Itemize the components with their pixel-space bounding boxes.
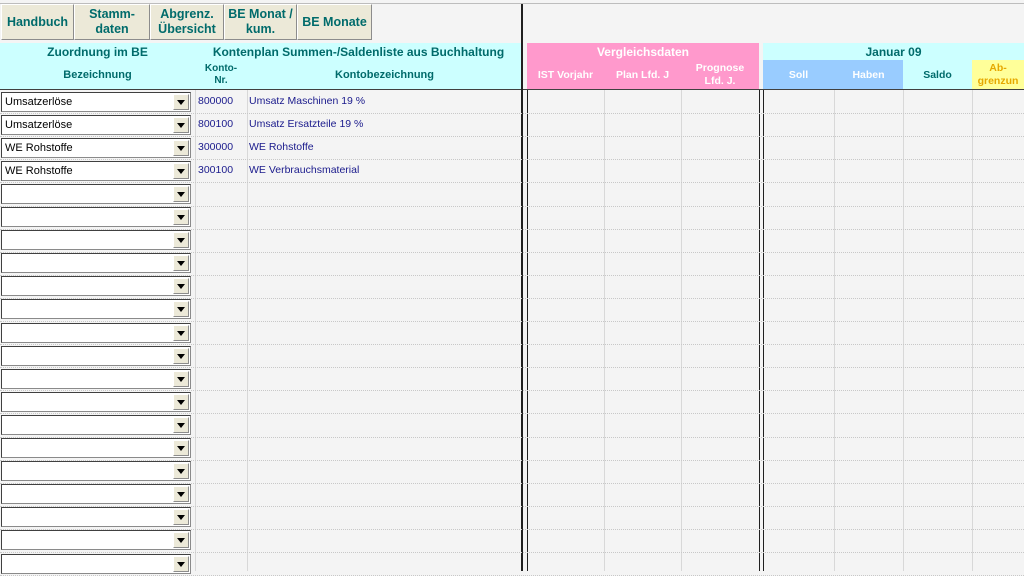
chevron-down-icon[interactable] [173,486,189,502]
zuordnung-dropdown[interactable] [1,530,191,550]
zuordnung-value: Umsatzerlöse [5,119,73,131]
chevron-down-icon[interactable] [173,140,189,156]
chevron-down-icon[interactable] [173,117,189,133]
zuordnung-value: WE Rohstoffe [5,165,73,177]
zuordnung-dropdown[interactable] [1,346,191,366]
header-bottom-border [0,89,1024,90]
header-saldo: Saldo [903,60,972,89]
konto-nr-cell: 300100 [198,164,234,176]
chevron-down-icon[interactable] [173,371,189,387]
zuordnung-dropdown[interactable] [1,276,191,296]
row-line [0,113,1024,114]
zuordnung-dropdown[interactable] [1,507,191,527]
row-line [0,552,1024,553]
chevron-down-icon[interactable] [173,463,189,479]
chevron-down-icon[interactable] [173,394,189,410]
chevron-down-icon[interactable] [173,232,189,248]
zuordnung-dropdown[interactable] [1,369,191,389]
chevron-down-icon[interactable] [173,509,189,525]
header-konto-nr: Konto- Nr. [195,60,247,89]
zuordnung-dropdown[interactable] [1,392,191,412]
zuordnung-dropdown[interactable] [1,207,191,227]
zuordnung-dropdown[interactable] [1,230,191,250]
zuordnung-dropdown[interactable] [1,461,191,481]
row-line [0,390,1024,391]
section-divider [763,90,764,571]
grid-column-line [681,90,682,571]
chevron-down-icon[interactable] [173,532,189,548]
header-vergleichsdaten: Vergleichsdaten [527,43,759,60]
konto-nr-cell: 300000 [198,141,234,153]
zuordnung-dropdown[interactable] [1,438,191,458]
zuordnung-dropdown[interactable]: Umsatzerlöse [1,92,191,112]
row-line [0,367,1024,368]
zuordnung-dropdown[interactable]: Umsatzerlöse [1,115,191,135]
konto-nr-cell: 800000 [198,95,234,107]
header-kontenplan: Kontenplan Summen-/Saldenliste aus Buchh… [195,43,522,60]
section-divider [521,4,523,571]
row-line [0,136,1024,137]
header-bezeichnung: Bezeichnung [0,60,195,89]
konto-nr-cell: 800100 [198,118,234,130]
be-monate-button[interactable]: BE Monate [297,4,372,40]
stammdaten-button[interactable]: Stamm- daten [74,4,150,40]
chevron-down-icon[interactable] [173,301,189,317]
top-border [0,3,1024,4]
header-soll: Soll [763,60,834,89]
row-line [0,413,1024,414]
grid-column-line [247,90,248,571]
zuordnung-dropdown[interactable] [1,415,191,435]
grid-column-line [903,90,904,571]
chevron-down-icon[interactable] [173,186,189,202]
header-ist-vorjahr: IST Vorjahr [527,60,604,89]
chevron-down-icon[interactable] [173,255,189,271]
be-monat-kum-button[interactable]: BE Monat / kum. [224,4,297,40]
header-zuordnung: Zuordnung im BE [0,43,195,60]
chevron-down-icon[interactable] [173,417,189,433]
row-line [0,344,1024,345]
chevron-down-icon[interactable] [173,163,189,179]
row-line [0,321,1024,322]
header-haben: Haben [834,60,903,89]
grid-column-line [604,90,605,571]
chevron-down-icon[interactable] [173,440,189,456]
zuordnung-dropdown[interactable]: WE Rohstoffe [1,138,191,158]
zuordnung-dropdown[interactable] [1,299,191,319]
zuordnung-dropdown[interactable] [1,323,191,343]
header-plan-lfd: Plan Lfd. J [604,60,681,89]
grid-column-line [972,90,973,571]
row-line [0,182,1024,183]
section-divider [759,90,760,571]
section-divider [527,90,528,571]
header-prognose: Prognose Lfd. J. [681,60,759,89]
zuordnung-value: WE Rohstoffe [5,142,73,154]
header-abgrenzung: Ab- grenzun [972,60,1024,89]
header-januar: Januar 09 [763,43,1024,60]
zuordnung-dropdown[interactable] [1,554,191,574]
zuordnung-dropdown[interactable]: WE Rohstoffe [1,161,191,181]
kontobezeichnung-cell: Umsatz Maschinen 19 % [249,95,366,107]
chevron-down-icon[interactable] [173,325,189,341]
chevron-down-icon[interactable] [173,556,189,572]
kontobezeichnung-cell: WE Rohstoffe [249,141,314,153]
abgrenz-uebersicht-button[interactable]: Abgrenz. Übersicht [150,4,224,40]
chevron-down-icon[interactable] [173,348,189,364]
zuordnung-value: Umsatzerlöse [5,96,73,108]
handbuch-button[interactable]: Handbuch [1,4,74,40]
kontobezeichnung-cell: Umsatz Ersatzteile 19 % [249,118,364,130]
row-line [0,159,1024,160]
chevron-down-icon[interactable] [173,209,189,225]
chevron-down-icon[interactable] [173,278,189,294]
zuordnung-dropdown[interactable] [1,184,191,204]
zuordnung-dropdown[interactable] [1,253,191,273]
header-kontobezeichnung: Kontobezeichnung [247,60,522,89]
chevron-down-icon[interactable] [173,94,189,110]
grid-column-line [834,90,835,571]
zuordnung-dropdown[interactable] [1,484,191,504]
kontobezeichnung-cell: WE Verbrauchsmaterial [249,164,360,176]
grid-column-line [195,90,196,571]
